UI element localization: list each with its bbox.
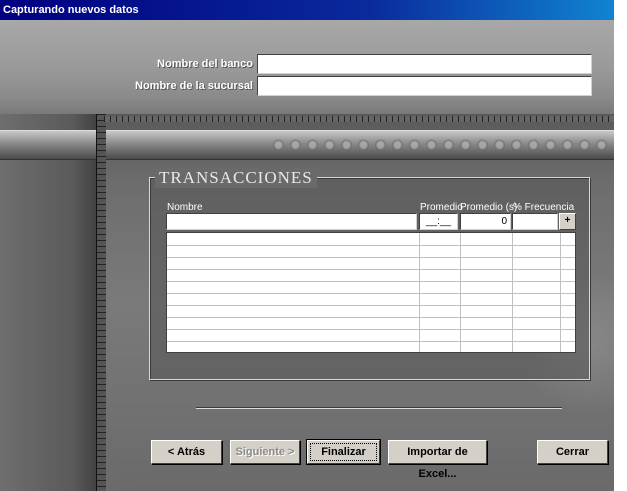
- table-column-divider: [419, 233, 420, 352]
- table-row-divider: [167, 341, 575, 342]
- table-row-divider: [167, 305, 575, 306]
- window-title: Capturando nuevos datos: [3, 4, 139, 16]
- table-row-divider: [167, 257, 575, 258]
- table-column-divider: [460, 233, 461, 352]
- column-header-frecuencia: % Frecuencia: [513, 202, 575, 213]
- new-transaction-name-input[interactable]: [166, 213, 417, 230]
- background-bolts: [270, 137, 610, 153]
- dialog-window: Capturando nuevos datos Nombre del banco…: [0, 0, 614, 491]
- close-button-label: Cerrar: [555, 446, 590, 458]
- add-transaction-button[interactable]: +: [559, 213, 576, 230]
- transactions-title: TRANSACCIONES: [155, 168, 317, 188]
- new-transaction-promedio-s-input[interactable]: 0: [460, 213, 511, 230]
- bank-name-input[interactable]: [257, 54, 592, 74]
- branch-name-label: Nombre de la sucursal: [135, 80, 253, 92]
- background-vertical-ruler: [96, 114, 106, 491]
- background-ruler-strip: [0, 98, 614, 114]
- bank-name-label: Nombre del banco: [157, 58, 253, 70]
- table-row-divider: [167, 269, 575, 270]
- transactions-table[interactable]: [166, 232, 576, 353]
- table-column-divider: [512, 233, 513, 352]
- table-column-divider: [560, 233, 561, 352]
- table-row-divider: [167, 293, 575, 294]
- back-button[interactable]: < Atrás: [151, 440, 222, 464]
- next-button[interactable]: Siguiente >: [230, 440, 300, 464]
- background-horizontal-ruler: [104, 116, 614, 122]
- close-button[interactable]: Cerrar: [537, 440, 608, 464]
- table-row-divider: [167, 245, 575, 246]
- back-button-label: < Atrás: [167, 446, 206, 458]
- outer-margin: [614, 0, 627, 491]
- new-transaction-promedio-input[interactable]: __:__: [419, 213, 458, 230]
- import-excel-button[interactable]: Importar de Excel...: [388, 440, 487, 480]
- background-left-panel: [0, 114, 104, 491]
- footer-divider: [196, 407, 562, 409]
- column-header-promedio-s: Promedio (s): [460, 202, 518, 213]
- new-transaction-frecuencia-input[interactable]: [512, 213, 558, 230]
- table-row-divider: [167, 329, 575, 330]
- column-header-nombre: Nombre: [167, 202, 203, 213]
- title-bar: Capturando nuevos datos: [0, 0, 614, 20]
- finish-button[interactable]: Finalizar: [307, 440, 380, 464]
- next-button-label: Siguiente >: [235, 446, 295, 458]
- column-header-promedio: Promedio: [420, 202, 463, 213]
- finish-button-label: Finalizar: [321, 446, 366, 458]
- table-row-divider: [167, 317, 575, 318]
- table-row-divider: [167, 281, 575, 282]
- branch-name-input[interactable]: [257, 76, 592, 96]
